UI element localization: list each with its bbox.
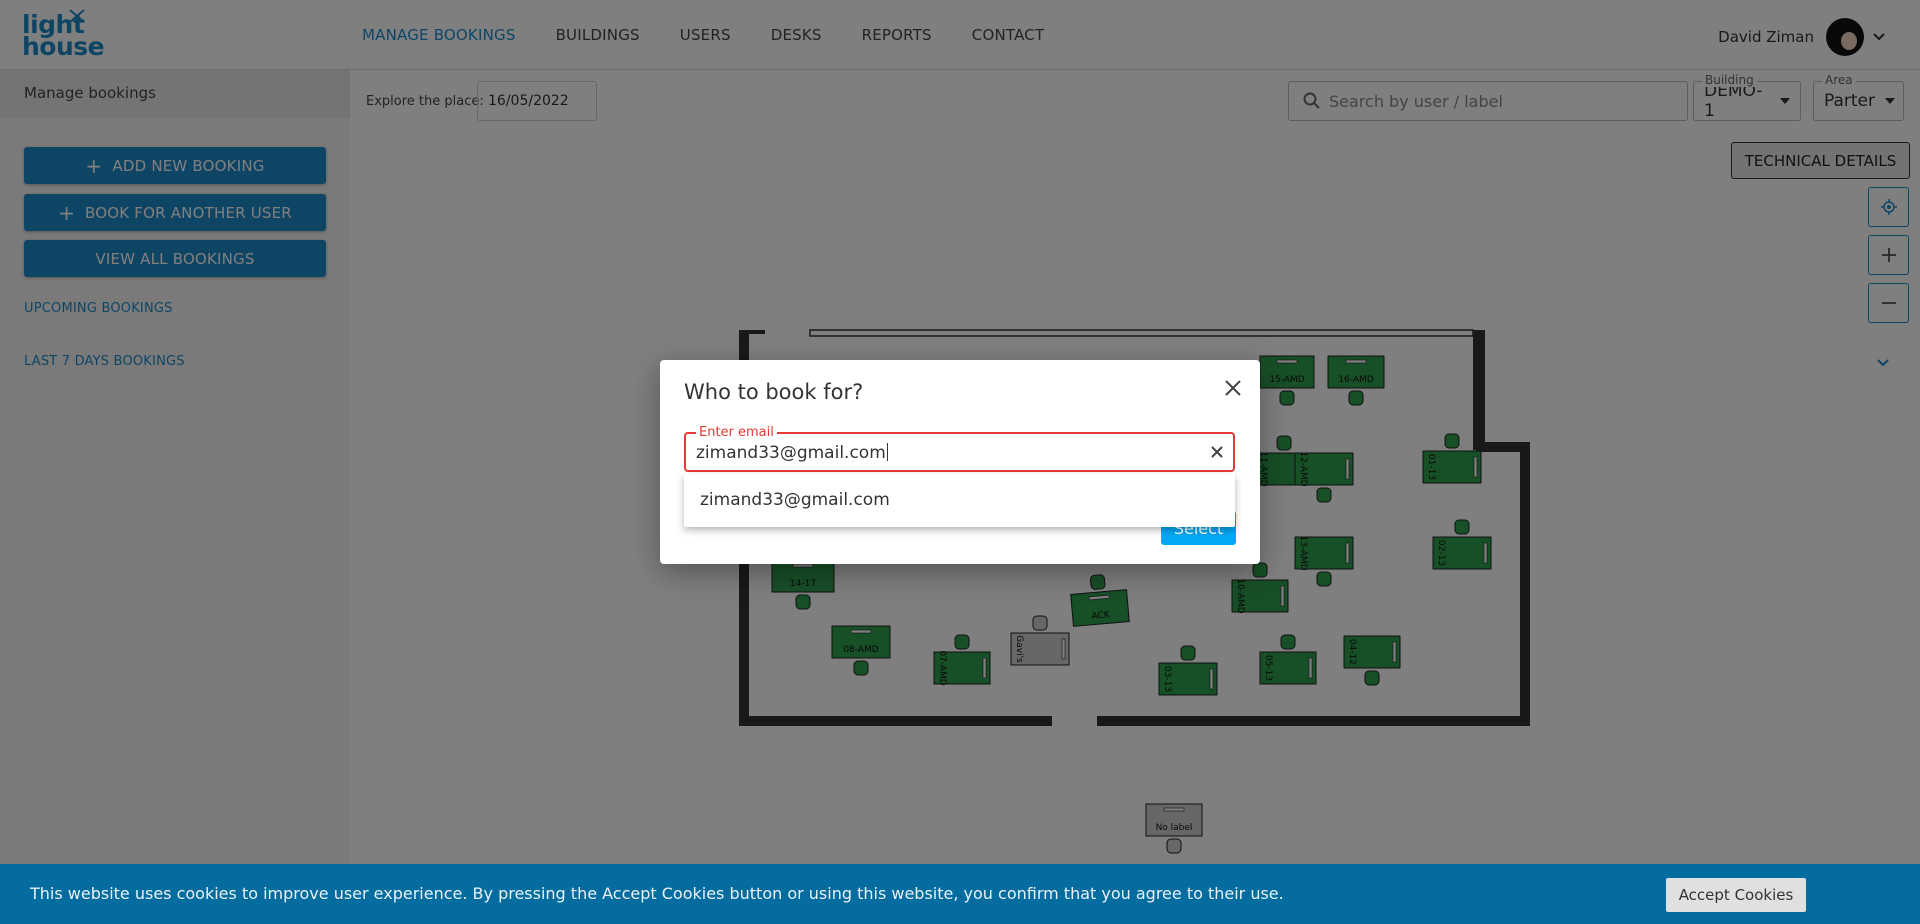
clear-icon[interactable] <box>1209 444 1225 460</box>
email-field-legend: Enter email <box>696 425 777 440</box>
book-for-user-dialog: Who to book for? Enter email zimand33@gm… <box>660 360 1260 564</box>
close-icon[interactable] <box>1223 378 1243 398</box>
dialog-title: Who to book for? <box>684 380 864 404</box>
text-cursor <box>886 443 888 461</box>
email-field[interactable]: Enter email zimand33@gmail.com <box>684 425 1235 472</box>
email-suggestion-item[interactable]: zimand33@gmail.com <box>700 490 890 510</box>
email-field-value: zimand33@gmail.com <box>696 443 886 463</box>
cookie-banner: This website uses cookies to improve use… <box>0 864 1920 924</box>
accept-cookies-button[interactable]: Accept Cookies <box>1666 878 1806 912</box>
cookie-text: This website uses cookies to improve use… <box>30 884 1284 903</box>
email-suggestion-list: zimand33@gmail.com <box>684 474 1235 527</box>
